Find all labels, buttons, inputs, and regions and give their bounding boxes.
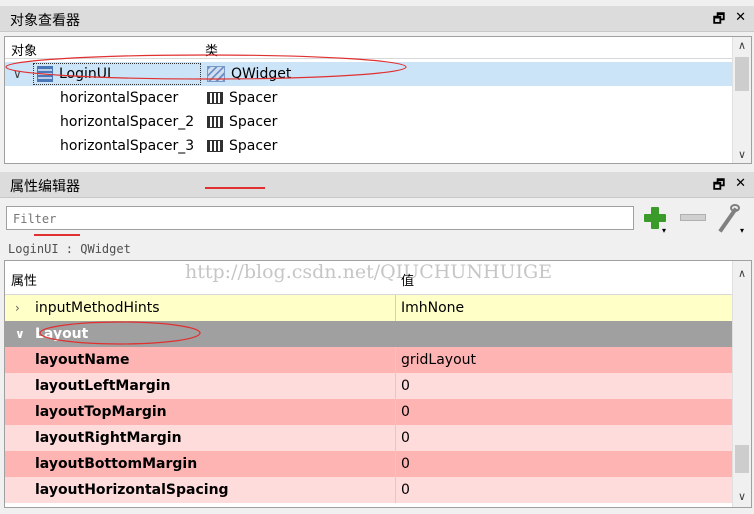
spacer-icon bbox=[207, 92, 223, 104]
object-class: Spacer bbox=[229, 90, 278, 106]
tree-row-loginui[interactable]: ∨ LoginUI QWidget bbox=[5, 62, 733, 86]
tree-row-horizontalspacer-2[interactable]: horizontalSpacer_2 Spacer bbox=[5, 110, 733, 134]
object-class: Spacer bbox=[229, 114, 278, 130]
object-name: horizontalSpacer bbox=[60, 90, 179, 106]
plus-icon[interactable]: ▾ bbox=[640, 204, 670, 235]
chevron-down-icon[interactable]: ∨ bbox=[15, 321, 25, 347]
grid-layout-icon bbox=[37, 66, 53, 82]
scroll-down-icon[interactable]: ∨ bbox=[733, 148, 751, 161]
scroll-down-icon[interactable]: ∨ bbox=[733, 490, 751, 503]
scroll-thumb[interactable] bbox=[735, 445, 749, 473]
property-editor-titlebar: 属性编辑器 🗗 ✕ bbox=[0, 172, 754, 198]
spacer-icon bbox=[207, 116, 223, 128]
filter-box[interactable] bbox=[6, 206, 634, 230]
tree-row-horizontalspacer-3[interactable]: horizontalSpacer_3 Spacer bbox=[5, 134, 733, 158]
object-class: QWidget bbox=[231, 66, 292, 82]
column-class[interactable]: 类 bbox=[205, 40, 218, 59]
property-name: layoutName bbox=[35, 352, 130, 368]
chevron-down-icon[interactable]: ∨ bbox=[13, 62, 22, 86]
property-value[interactable]: 0 bbox=[401, 425, 410, 451]
object-inspector-titlebar: 对象查看器 🗗 ✕ bbox=[0, 6, 754, 32]
object-name: horizontalSpacer_3 bbox=[60, 138, 195, 154]
property-value[interactable]: 0 bbox=[401, 399, 410, 425]
property-table[interactable]: 属性 值 http://blog.csdn.net/QIUCHUNHUIGE ›… bbox=[4, 260, 752, 508]
object-tree-scrollbar[interactable]: ∧ ∨ bbox=[732, 37, 751, 163]
close-icon[interactable]: ✕ bbox=[735, 10, 746, 32]
property-value[interactable]: ImhNone bbox=[401, 295, 464, 321]
filter-input[interactable] bbox=[11, 208, 625, 230]
group-name: Layout bbox=[35, 326, 89, 342]
float-icon[interactable]: 🗗 bbox=[713, 176, 725, 198]
column-property[interactable]: 属性 bbox=[11, 270, 37, 289]
property-row-layoutleftmargin[interactable]: layoutLeftMargin 0 bbox=[5, 373, 733, 399]
property-name: layoutLeftMargin bbox=[35, 378, 171, 394]
property-value[interactable]: 0 bbox=[401, 477, 410, 503]
property-name: layoutRightMargin bbox=[35, 430, 182, 446]
property-row-layoutname[interactable]: layoutName gridLayout bbox=[5, 347, 733, 373]
watermark: http://blog.csdn.net/QIUCHUNHUIGE bbox=[185, 261, 553, 283]
widget-icon bbox=[207, 66, 225, 82]
property-name: layoutBottomMargin bbox=[35, 456, 198, 472]
scroll-up-icon[interactable]: ∧ bbox=[733, 39, 751, 52]
property-value[interactable]: 0 bbox=[401, 451, 410, 477]
spacer-icon bbox=[207, 140, 223, 152]
property-row-inputmethodhints[interactable]: › inputMethodHints ImhNone bbox=[5, 295, 733, 321]
object-tree[interactable]: 对象 类 ∨ LoginUI QWidget horizontalSpacer … bbox=[4, 36, 752, 164]
close-icon[interactable]: ✕ bbox=[735, 176, 746, 198]
property-name: layoutTopMargin bbox=[35, 404, 167, 420]
object-tree-header: 对象 类 bbox=[5, 37, 733, 59]
property-row-layoutbottommargin[interactable]: layoutBottomMargin 0 bbox=[5, 451, 733, 477]
property-group-layout[interactable]: ∨ Layout bbox=[5, 321, 733, 347]
property-table-scrollbar[interactable]: ∧ ∨ bbox=[732, 261, 751, 507]
property-editor-title: 属性编辑器 bbox=[10, 179, 80, 195]
property-value[interactable]: 0 bbox=[401, 373, 410, 399]
property-name: inputMethodHints bbox=[35, 300, 160, 316]
property-row-layoutrightmargin[interactable]: layoutRightMargin 0 bbox=[5, 425, 733, 451]
object-inspector-title: 对象查看器 bbox=[10, 13, 80, 29]
chevron-right-icon[interactable]: › bbox=[15, 295, 20, 321]
column-object[interactable]: 对象 bbox=[11, 40, 37, 59]
object-class: Spacer bbox=[229, 138, 278, 154]
property-row-layouthorizontalspacing[interactable]: layoutHorizontalSpacing 0 bbox=[5, 477, 733, 503]
float-icon[interactable]: 🗗 bbox=[713, 10, 725, 32]
property-name: layoutHorizontalSpacing bbox=[35, 482, 229, 498]
scroll-thumb[interactable] bbox=[735, 57, 749, 91]
property-context: LoginUI : QWidget bbox=[8, 242, 131, 256]
object-name: LoginUI bbox=[59, 66, 112, 82]
object-name: horizontalSpacer_2 bbox=[60, 114, 195, 130]
scroll-up-icon[interactable]: ∧ bbox=[733, 267, 751, 280]
tree-row-horizontalspacer[interactable]: horizontalSpacer Spacer bbox=[5, 86, 733, 110]
property-row-layouttopmargin[interactable]: layoutTopMargin 0 bbox=[5, 399, 733, 425]
wrench-icon[interactable]: ▾ bbox=[712, 204, 748, 235]
minus-icon[interactable] bbox=[680, 214, 706, 221]
property-value[interactable]: gridLayout bbox=[401, 347, 476, 373]
